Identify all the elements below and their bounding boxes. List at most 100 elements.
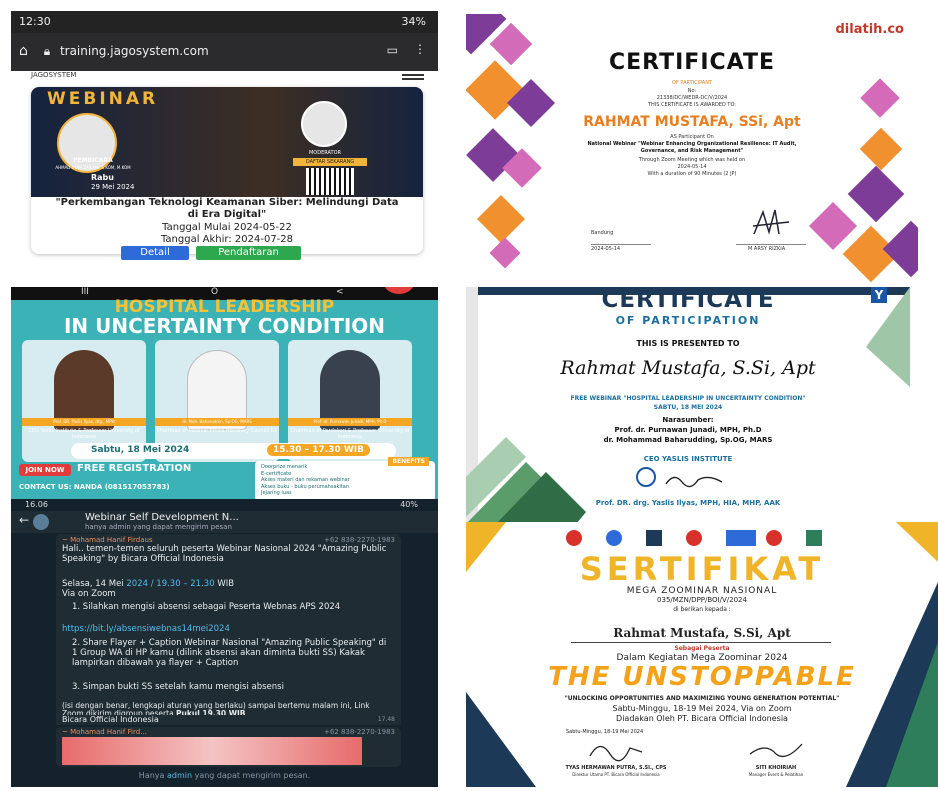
start-date: Tanggal Mulai 2024-05-22 bbox=[162, 222, 292, 233]
message-bubble: ~ Mohamad Hanif Fird... +62 838-2270-198… bbox=[56, 727, 401, 767]
tagline: "UNLOCKING OPPORTUNITIES AND MAXIMIZING … bbox=[564, 695, 840, 702]
signer-name: M ARSY RIZKIA bbox=[748, 246, 786, 252]
decor-shape bbox=[489, 237, 521, 269]
recipient-name: Rahmat Mustafa, S.Si, Apt bbox=[613, 626, 791, 640]
narasumber-name: Prof. dr. Purnawan Junadi, MPH, Ph.D bbox=[614, 426, 762, 434]
signer-name: SITI KHOIRIAH bbox=[755, 765, 797, 771]
qr-code bbox=[306, 168, 354, 195]
whatsapp-chat-panel: 16.06 40% ← Webinar Self Development N..… bbox=[11, 499, 438, 787]
date-day: Selasa, 14 Mei bbox=[62, 579, 127, 589]
image-preview[interactable] bbox=[62, 737, 362, 765]
sponsor-logo bbox=[686, 530, 702, 546]
back-icon[interactable]: ← bbox=[19, 513, 29, 527]
speaker-role: CEO Yaslis Institute & Professor Univers… bbox=[28, 428, 140, 440]
detail-button[interactable]: Detail bbox=[121, 246, 189, 260]
signer-role: Direktur Utama PT. Bicara Official Indon… bbox=[572, 772, 660, 777]
admin-link[interactable]: admin bbox=[167, 771, 192, 780]
banner-title: WEBINAR bbox=[47, 89, 159, 109]
sponsor-logo bbox=[566, 530, 582, 546]
participant-text: AS Participant On bbox=[670, 134, 714, 140]
divider bbox=[591, 244, 651, 245]
step-3: 3. Simpan bukti SS setelah kamu mengisi … bbox=[72, 682, 284, 692]
sponsor-logo bbox=[646, 530, 662, 546]
sertifikat-subtitle: MEGA ZOOMINAR NASIONAL bbox=[626, 586, 778, 596]
signature-image bbox=[665, 476, 723, 488]
divider bbox=[571, 642, 831, 643]
certificate-title: CERTIFICATE bbox=[601, 287, 775, 313]
day-label: Rabu bbox=[91, 173, 114, 182]
presented-text: THIS IS PRESENTED TO bbox=[636, 339, 740, 348]
sponsor-logos bbox=[566, 528, 826, 548]
dilatih-certificate-panel: dilatih.co CERTIFICATE OF PARTICIPANT No… bbox=[466, 14, 918, 289]
webinar-banner: WEBINAR PEMBICARA AHMAD UDIN ZAILANI, S.… bbox=[31, 87, 423, 197]
home-icon[interactable]: ⌂ bbox=[19, 43, 28, 59]
poster-title: IN UNCERTAINTY CONDITION bbox=[63, 314, 386, 338]
small-date: Sabtu-Minggu, 18-19 Mei 2024 bbox=[566, 729, 644, 735]
moderator-photo bbox=[301, 101, 347, 147]
url-text[interactable]: training.jagosystem.com bbox=[60, 44, 209, 58]
sponsor-logo bbox=[766, 530, 782, 546]
signature-text: Bicara Official Indonesia bbox=[62, 715, 159, 724]
lock-icon: 🔒︎ bbox=[43, 44, 51, 58]
group-name[interactable]: Webinar Self Development N... bbox=[85, 512, 239, 523]
decor-shape bbox=[808, 201, 858, 251]
dilatih-logo: dilatih.co bbox=[835, 22, 905, 37]
participation-certificate-panel: Y CERTIFICATE OF PARTICIPATION THIS IS P… bbox=[466, 287, 910, 524]
register-banner: DAFTAR SEKARANG bbox=[293, 158, 367, 166]
menu-icon[interactable]: ⋮ bbox=[414, 42, 426, 56]
institute-seal bbox=[636, 467, 656, 487]
benefits-title: BENEFITS bbox=[388, 457, 429, 466]
event-time: 15.30 – 17.30 WIB bbox=[267, 444, 370, 456]
certificate-number: 21338/DC/WEDR-DC/V/2024 bbox=[656, 95, 728, 101]
status-time: 16.06 bbox=[25, 500, 48, 509]
webinar-title: "Perkembangan Teknologi Keamanan Siber: … bbox=[55, 197, 399, 220]
city-text: Bandung bbox=[591, 230, 614, 236]
tabs-icon[interactable]: ▭ bbox=[387, 43, 398, 57]
recents-icon[interactable]: III bbox=[81, 287, 89, 297]
benefit-item: Akses materi dan rekaman webinar bbox=[261, 477, 350, 483]
date-bar: Sabtu, 18 Mei 2024 15.30 – 17.30 WIB bbox=[71, 443, 396, 459]
recipient-name: Rahmat Mustafa, S.Si, Apt bbox=[560, 357, 816, 379]
speaker-name: Prof. DR. Yaslis Ilyas, drg., MPH bbox=[22, 418, 146, 426]
organizer: Diadakan Oleh PT. Bicara Official Indone… bbox=[616, 714, 788, 723]
sponsor-logo bbox=[806, 530, 822, 546]
divider bbox=[736, 244, 806, 245]
ceo-label: CEO YASLIS INSTITUTE bbox=[643, 455, 733, 463]
message-date: Selasa, 14 Mei 2024 / 19.30 – 21.30 WIB bbox=[62, 579, 392, 589]
speaker-name: dr. Moh. Baharuddin, Sp.OG, MARS bbox=[155, 418, 279, 426]
jagosystem-logo: JAGOSYSTEM bbox=[31, 71, 77, 79]
date-zone: WIB bbox=[214, 579, 235, 589]
absensi-link[interactable]: https://bit.ly/absensiwebnas14mei2024 bbox=[62, 624, 230, 634]
group-subtitle: hanya admin yang dapat mengirim pesan bbox=[85, 523, 232, 531]
certificate-subtitle: OF PARTICIPANT bbox=[671, 80, 713, 86]
step-1: 1. Silahkan mengisi absensi sebagai Pese… bbox=[72, 602, 341, 612]
signature-image bbox=[749, 743, 803, 758]
status-bar: 12:30 34% bbox=[11, 11, 438, 33]
recipient-name: RAHMAT MUSTAFA, SSi, Apt bbox=[583, 114, 801, 130]
join-now-badge[interactable]: JOIN NOW bbox=[19, 464, 71, 476]
webinar-card: WEBINAR PEMBICARA AHMAD UDIN ZAILANI, S.… bbox=[31, 87, 423, 260]
sponsor-logo bbox=[726, 530, 756, 546]
signer-name: Prof. DR. drg. Yaslis Ilyas, MPH, HIA, M… bbox=[595, 499, 781, 507]
register-button[interactable]: Pendaftaran bbox=[196, 246, 301, 260]
home-icon[interactable]: O bbox=[211, 287, 218, 297]
event-date: Sabtu, 18 Mei 2024 bbox=[91, 445, 190, 455]
signature-image bbox=[589, 745, 643, 762]
speaker-name: Prof. dr. Purnawan Junadi, MPH, Ph.D bbox=[288, 418, 412, 426]
chat-header: ← Webinar Self Development N... hanya ad… bbox=[11, 511, 438, 533]
benefit-item: Jejaring luas bbox=[261, 490, 292, 496]
hamburger-icon[interactable] bbox=[402, 74, 424, 76]
status-bar: 16.06 40% bbox=[11, 499, 438, 511]
speaker-name: AHMAD UDIN ZAILANI, S.KOM, M.KOM bbox=[55, 165, 131, 170]
message-intro: Hali.. temen-temen seluruh peserta Webin… bbox=[62, 544, 387, 564]
duration-text: With a duration of 90 Minutes (2 JP) bbox=[647, 171, 737, 177]
group-avatar[interactable] bbox=[33, 514, 49, 530]
back-icon[interactable]: < bbox=[336, 287, 344, 297]
decor-shape bbox=[476, 194, 526, 244]
message-signature: Bicara Official Indonesia 17.48 bbox=[56, 715, 401, 725]
sponsor-logo bbox=[606, 530, 622, 546]
awarded-text: THIS CERTIFICATE IS AWARDED TO: bbox=[647, 102, 736, 108]
number-label: No: bbox=[687, 88, 697, 94]
benefits-box: BENEFITS Doorprize menarik E-certificate… bbox=[255, 457, 435, 499]
battery-status: 34% bbox=[401, 15, 426, 28]
